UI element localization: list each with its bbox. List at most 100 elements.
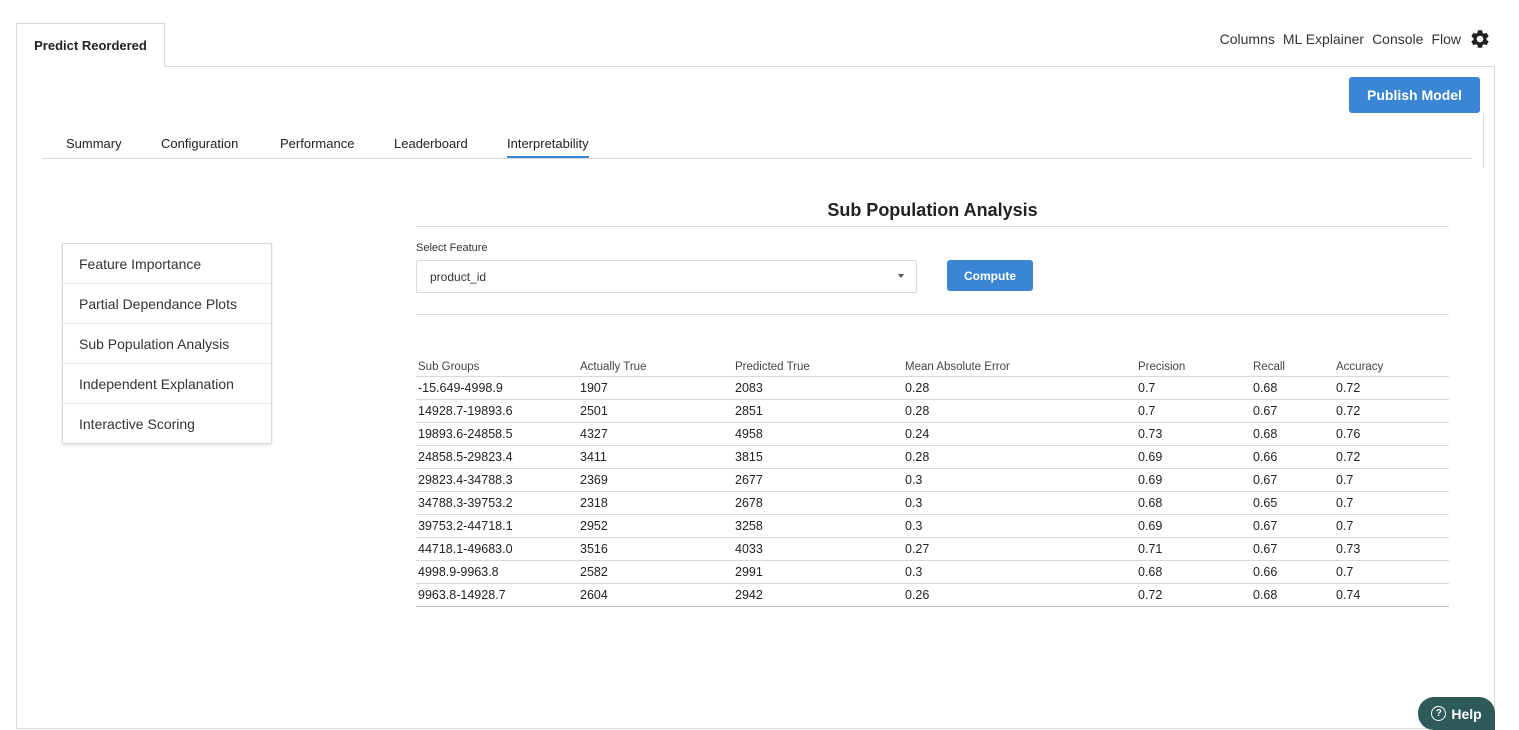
cell-precision: 0.7 (1136, 399, 1251, 423)
cell-predicted-true: 2677 (733, 468, 903, 492)
cell-precision: 0.68 (1136, 560, 1251, 584)
nav-console[interactable]: Console (1372, 31, 1423, 47)
col-header-sub-groups: Sub Groups (416, 356, 578, 377)
col-header-precision: Precision (1136, 356, 1251, 377)
menu-sub-population-analysis[interactable]: Sub Population Analysis (63, 324, 271, 364)
col-header-actually-true: Actually True (578, 356, 733, 377)
feature-select[interactable]: product_id (416, 260, 917, 293)
tab-predict-reordered[interactable]: Predict Reordered (16, 23, 165, 67)
cell-recall: 0.67 (1251, 514, 1334, 538)
tab-interpretability[interactable]: Interpretability (507, 136, 589, 158)
cell-actually-true: 3516 (578, 537, 733, 561)
cell-mean-absolute-error: 0.27 (903, 537, 1136, 561)
cell-predicted-true: 2083 (733, 376, 903, 400)
controls-divider (416, 314, 1449, 315)
cell-actually-true: 2318 (578, 491, 733, 515)
sub-tabs: Summary Configuration Performance Leader… (42, 128, 1472, 159)
cell-predicted-true: 2942 (733, 583, 903, 607)
gear-icon[interactable] (1469, 28, 1491, 50)
cell-accuracy: 0.72 (1334, 445, 1449, 469)
cell-recall: 0.67 (1251, 537, 1334, 561)
table-row: 39753.2-44718.1 2952 3258 0.3 0.69 0.67 0.7 (416, 514, 1449, 538)
tab-label: Predict Reordered (34, 38, 147, 53)
tab-performance[interactable]: Performance (280, 136, 354, 156)
cell-sub-group: 19893.6-24858.5 (416, 422, 578, 446)
col-header-recall: Recall (1251, 356, 1334, 377)
cell-sub-group: -15.649-4998.9 (416, 376, 578, 400)
feature-select-value: product_id (430, 269, 487, 284)
nav-columns[interactable]: Columns (1220, 31, 1275, 47)
cell-precision: 0.7 (1136, 376, 1251, 400)
cell-sub-group: 44718.1-49683.0 (416, 537, 578, 561)
table-row: 24858.5-29823.4 3411 3815 0.28 0.69 0.66 0.72 (416, 445, 1449, 469)
cell-predicted-true: 2851 (733, 399, 903, 423)
compute-button[interactable]: Compute (947, 260, 1033, 291)
cell-recall: 0.68 (1251, 583, 1334, 607)
cell-recall: 0.67 (1251, 468, 1334, 492)
help-button[interactable]: ? Help (1418, 697, 1495, 730)
menu-partial-dependance-plots[interactable]: Partial Dependance Plots (63, 284, 271, 324)
cell-sub-group: 24858.5-29823.4 (416, 445, 578, 469)
cell-sub-group: 29823.4-34788.3 (416, 468, 578, 492)
cell-mean-absolute-error: 0.24 (903, 422, 1136, 446)
select-feature-label: Select Feature (416, 242, 488, 254)
cell-mean-absolute-error: 0.3 (903, 560, 1136, 584)
cell-precision: 0.72 (1136, 583, 1251, 607)
cell-actually-true: 2604 (578, 583, 733, 607)
col-header-mean-absolute-error: Mean Absolute Error (903, 356, 1136, 377)
publish-model-button[interactable]: Publish Model (1349, 77, 1480, 113)
cell-accuracy: 0.7 (1334, 491, 1449, 515)
table-row: 29823.4-34788.3 2369 2677 0.3 0.69 0.67 0.7 (416, 468, 1449, 492)
nav-flow[interactable]: Flow (1431, 31, 1461, 47)
cell-actually-true: 2582 (578, 560, 733, 584)
cell-accuracy: 0.7 (1334, 468, 1449, 492)
cell-predicted-true: 4958 (733, 422, 903, 446)
cell-recall: 0.65 (1251, 491, 1334, 515)
cell-accuracy: 0.76 (1334, 422, 1449, 446)
cell-recall: 0.66 (1251, 445, 1334, 469)
cell-sub-group: 39753.2-44718.1 (416, 514, 578, 538)
table-row: 44718.1-49683.0 3516 4033 0.27 0.71 0.67 0.73 (416, 537, 1449, 561)
cell-actually-true: 2952 (578, 514, 733, 538)
cell-precision: 0.71 (1136, 537, 1251, 561)
help-label: Help (1451, 705, 1482, 722)
section-title: Sub Population Analysis (827, 200, 1038, 220)
menu-interactive-scoring[interactable]: Interactive Scoring (63, 404, 271, 444)
cell-predicted-true: 2678 (733, 491, 903, 515)
cell-precision: 0.73 (1136, 422, 1251, 446)
cell-sub-group: 14928.7-19893.6 (416, 399, 578, 423)
cell-predicted-true: 3815 (733, 445, 903, 469)
cell-mean-absolute-error: 0.28 (903, 445, 1136, 469)
menu-feature-importance[interactable]: Feature Importance (63, 244, 271, 284)
nav-ml-explainer[interactable]: ML Explainer (1283, 31, 1364, 47)
cell-accuracy: 0.72 (1334, 376, 1449, 400)
cell-mean-absolute-error: 0.28 (903, 376, 1136, 400)
cell-accuracy: 0.72 (1334, 399, 1449, 423)
cell-actually-true: 2369 (578, 468, 733, 492)
cell-recall: 0.67 (1251, 399, 1334, 423)
cell-actually-true: 1907 (578, 376, 733, 400)
col-header-predicted-true: Predicted True (733, 356, 903, 377)
title-divider (416, 226, 1449, 227)
table-header-row: Sub Groups Actually True Predicted True … (416, 356, 1449, 377)
interpretability-menu: Feature Importance Partial Dependance Pl… (62, 243, 272, 444)
caret-down-icon (898, 274, 904, 278)
cell-recall: 0.66 (1251, 560, 1334, 584)
menu-independent-explanation[interactable]: Independent Explanation (63, 364, 271, 404)
panel-divider (1483, 113, 1484, 168)
cell-sub-group: 34788.3-39753.2 (416, 491, 578, 515)
cell-mean-absolute-error: 0.3 (903, 468, 1136, 492)
tab-configuration[interactable]: Configuration (161, 136, 238, 156)
cell-precision: 0.69 (1136, 445, 1251, 469)
tab-summary[interactable]: Summary (66, 136, 122, 156)
cell-mean-absolute-error: 0.3 (903, 514, 1136, 538)
cell-mean-absolute-error: 0.3 (903, 491, 1136, 515)
sub-population-table: Sub Groups Actually True Predicted True … (416, 356, 1449, 607)
table-row: -15.649-4998.9 1907 2083 0.28 0.7 0.68 0.72 (416, 376, 1449, 400)
table-row: 14928.7-19893.6 2501 2851 0.28 0.7 0.67 0.72 (416, 399, 1449, 423)
question-circle-icon: ? (1431, 706, 1447, 721)
table-row: 4998.9-9963.8 2582 2991 0.3 0.68 0.66 0.7 (416, 560, 1449, 584)
cell-accuracy: 0.7 (1334, 514, 1449, 538)
cell-predicted-true: 4033 (733, 537, 903, 561)
tab-leaderboard[interactable]: Leaderboard (394, 136, 468, 156)
